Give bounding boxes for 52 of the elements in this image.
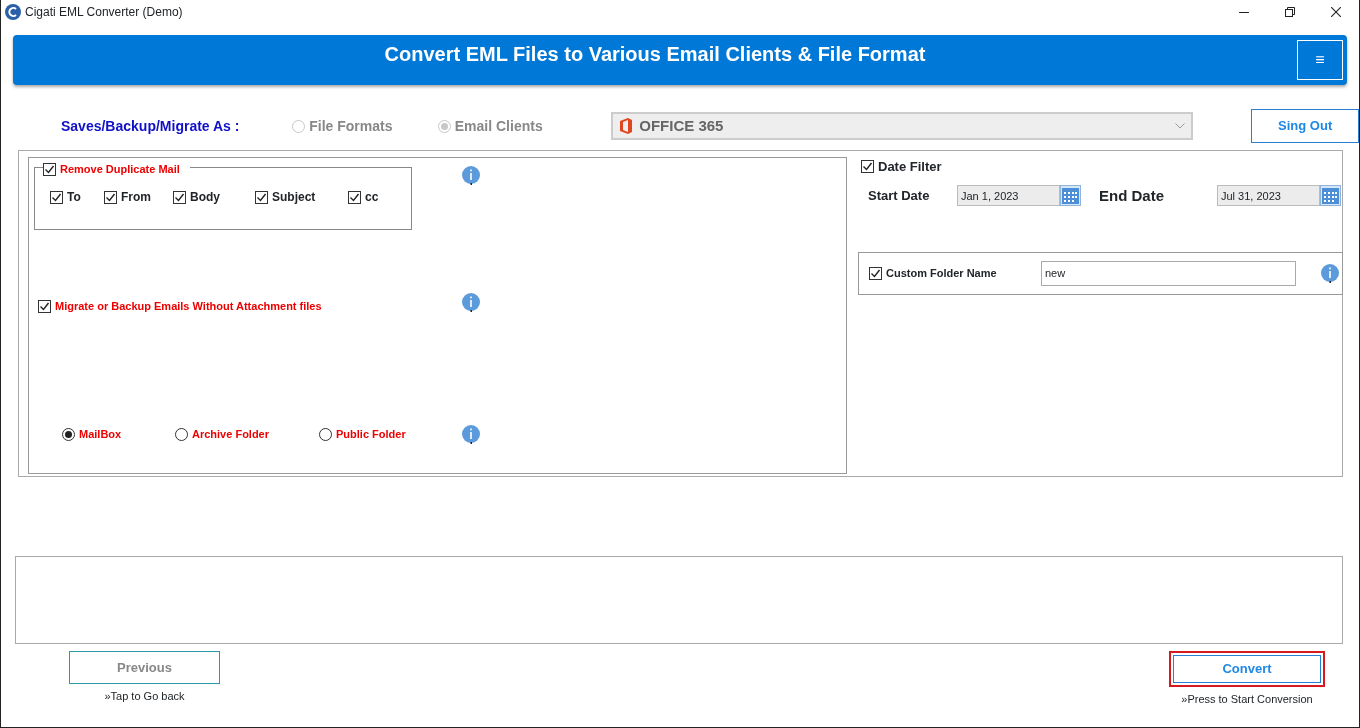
date-label: Start Date	[868, 187, 931, 205]
previous-button[interactable]: Previous	[69, 651, 220, 684]
checkbox[interactable]	[869, 267, 882, 280]
checkbox[interactable]	[104, 190, 117, 204]
checkbox[interactable]	[861, 160, 874, 174]
info-icon	[462, 166, 480, 185]
banner-title: Convert EML Files to Various Email Clients & File Format	[383, 42, 927, 67]
checkbox[interactable]	[38, 299, 51, 313]
sign-out-button[interactable]: Sing Out	[1251, 109, 1359, 143]
radio-label: Archive Folder	[192, 426, 270, 442]
calendar-icon	[1060, 185, 1081, 207]
radio-button[interactable]	[319, 427, 332, 441]
date-label: End Date	[1099, 185, 1165, 206]
hint-text: »Press to Start Conversion	[1181, 692, 1313, 707]
radio-label: File Formats	[309, 116, 393, 136]
checkbox-label: Date Filter	[878, 158, 942, 176]
info-icon	[1321, 264, 1339, 283]
info-icon	[462, 424, 480, 444]
checkbox[interactable]	[43, 162, 56, 176]
window-title: Cigati EML Converter (Demo)	[25, 4, 184, 21]
date-field[interactable]: Jul 31, 2023	[1217, 185, 1320, 207]
caret-icon	[1175, 123, 1186, 129]
calendar-icon	[1320, 185, 1341, 207]
office-logo-icon	[619, 118, 634, 134]
checkbox-label: cc	[365, 189, 379, 206]
hint-text: »Tap to Go back	[104, 689, 185, 704]
save-as-label: Saves/Backup/Migrate As :	[61, 116, 241, 136]
checkbox[interactable]	[173, 190, 186, 204]
radio-button[interactable]	[175, 427, 188, 441]
checkbox-label: Migrate or Backup Emails Without Attachment files	[55, 299, 322, 314]
radio-button[interactable]	[62, 427, 75, 441]
radio-label: Public Folder	[336, 426, 406, 442]
folder-name-field[interactable]: new	[1041, 261, 1296, 286]
info-icon	[462, 293, 480, 312]
restore-icon	[1285, 7, 1295, 17]
checkbox[interactable]	[348, 190, 361, 204]
menu-button[interactable]: ≡	[1297, 40, 1343, 80]
checkbox-label: To	[67, 189, 81, 206]
client-dropdown[interactable]: OFFICE 365	[611, 112, 1194, 140]
radio-label: Email Clients	[454, 116, 543, 136]
checkbox-label: From	[121, 189, 151, 206]
checkbox-label: Remove Duplicate Mail	[60, 162, 180, 177]
app-logo-icon	[5, 4, 21, 20]
date-field[interactable]: Jan 1, 2023	[957, 185, 1060, 207]
radio-label: MailBox	[79, 426, 122, 442]
checkbox[interactable]	[50, 190, 63, 204]
convert-button[interactable]: Convert	[1173, 655, 1321, 683]
checkbox-label: Subject	[272, 189, 316, 206]
checkbox-label: Custom Folder Name	[886, 266, 998, 282]
checkbox[interactable]	[255, 190, 268, 204]
close-icon	[1331, 7, 1341, 17]
checkbox-label: Body	[190, 189, 220, 206]
